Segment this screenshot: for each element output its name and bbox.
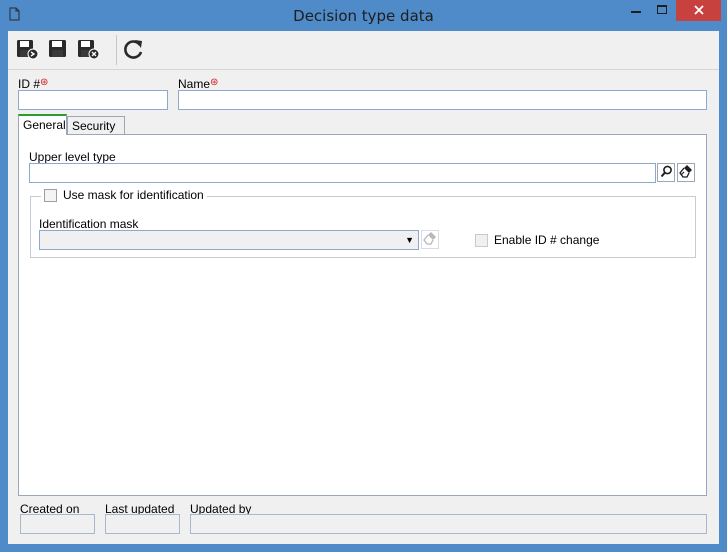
clear-button[interactable] <box>677 163 695 182</box>
toolbar <box>8 31 719 70</box>
window: Decision type data ID #⊛ Name⊛ General S… <box>0 0 727 552</box>
updated-by-field <box>190 514 707 534</box>
name-field[interactable] <box>178 90 707 110</box>
last-updated-field <box>105 514 180 534</box>
id-label-text: ID # <box>18 77 41 91</box>
name-label-text: Name <box>178 77 211 91</box>
enable-id-change-checkbox[interactable] <box>475 233 488 247</box>
required-icon: ⊛ <box>210 77 219 88</box>
enable-id-change: Enable ID # change <box>475 233 599 247</box>
minimize-button[interactable] <box>623 0 649 22</box>
use-mask-legend: Use mask for identification <box>41 188 207 202</box>
refresh-icon <box>122 40 146 64</box>
id-label: ID #⊛ <box>18 77 48 91</box>
use-mask-checkbox[interactable] <box>44 188 57 202</box>
save-icon <box>46 40 70 64</box>
enable-id-change-label: Enable ID # change <box>494 233 600 247</box>
identification-mask-label: Identification mask <box>39 217 139 231</box>
window-title: Decision type data <box>293 7 434 25</box>
minimize-icon <box>631 4 641 18</box>
save-new-icon <box>15 40 39 64</box>
general-tab-panel: Upper level type Use mask for identifica… <box>18 134 707 496</box>
upper-level-type-field[interactable] <box>29 163 656 183</box>
search-icon <box>660 165 673 181</box>
name-label: Name⊛ <box>178 77 218 91</box>
use-mask-label: Use mask for identification <box>63 188 204 202</box>
tab-general[interactable]: General <box>18 114 67 135</box>
dropdown-arrow-icon: ▼ <box>405 235 414 245</box>
search-button[interactable] <box>657 163 675 182</box>
identification-mask-select[interactable]: ▼ <box>39 230 419 250</box>
mask-clear-button[interactable] <box>421 230 439 249</box>
maximize-icon <box>657 4 667 18</box>
upper-level-type-label: Upper level type <box>29 150 116 164</box>
close-button[interactable] <box>676 0 721 21</box>
save-close-icon <box>76 40 100 64</box>
maximize-button[interactable] <box>649 0 675 22</box>
title-bar: Decision type data <box>0 0 727 31</box>
mask-group: Use mask for identification Identificati… <box>30 188 696 258</box>
toolbar-separator <box>116 35 117 65</box>
save-new-button[interactable] <box>15 37 39 61</box>
required-icon: ⊛ <box>40 77 49 88</box>
eraser-icon <box>423 231 437 248</box>
refresh-button[interactable] <box>122 37 146 61</box>
id-field[interactable] <box>18 90 168 110</box>
eraser-icon <box>679 164 693 181</box>
save-close-button[interactable] <box>76 37 100 61</box>
close-icon <box>693 4 704 18</box>
save-button[interactable] <box>46 37 70 61</box>
window-client: ID #⊛ Name⊛ General Security Upper level… <box>8 31 719 544</box>
tab-security[interactable]: Security <box>67 116 125 135</box>
created-on-field <box>20 514 95 534</box>
